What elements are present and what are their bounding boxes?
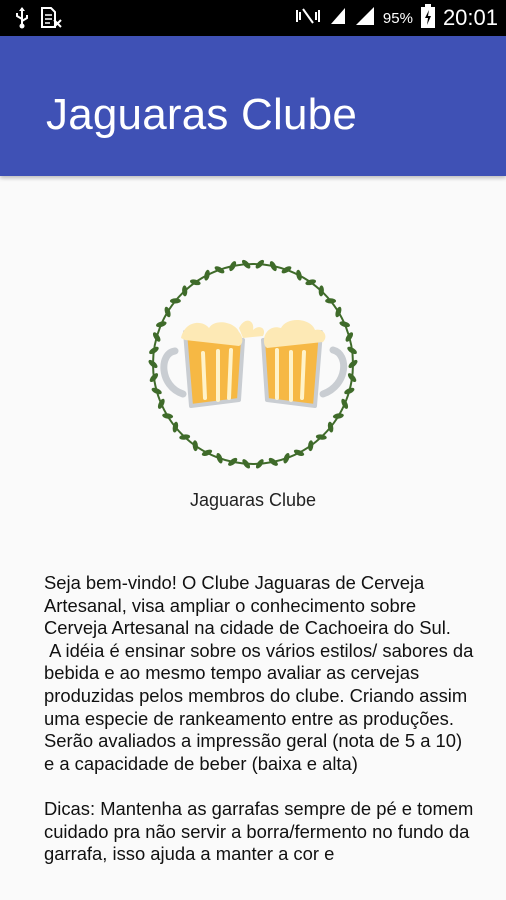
clock: 20:01 [442,5,498,30]
mute-icon [295,6,321,31]
welcome-text: Seja bem-vindo! O Clube Jaguaras de Cerv… [44,572,474,865]
battery-percent: 95% [382,9,413,27]
app-bar: Jaguaras Clube [0,36,506,176]
status-bar: 95% 20:01 [0,0,506,36]
beer-toast-wreath-icon [143,258,363,473]
sim-icon [40,7,62,34]
usb-icon [14,7,30,34]
signal-icon [355,6,375,31]
app-title: Jaguaras Clube [46,90,357,139]
logo-caption: Jaguaras Clube [189,490,317,510]
battery-charging-icon [420,3,435,33]
wifi-icon [329,6,347,31]
